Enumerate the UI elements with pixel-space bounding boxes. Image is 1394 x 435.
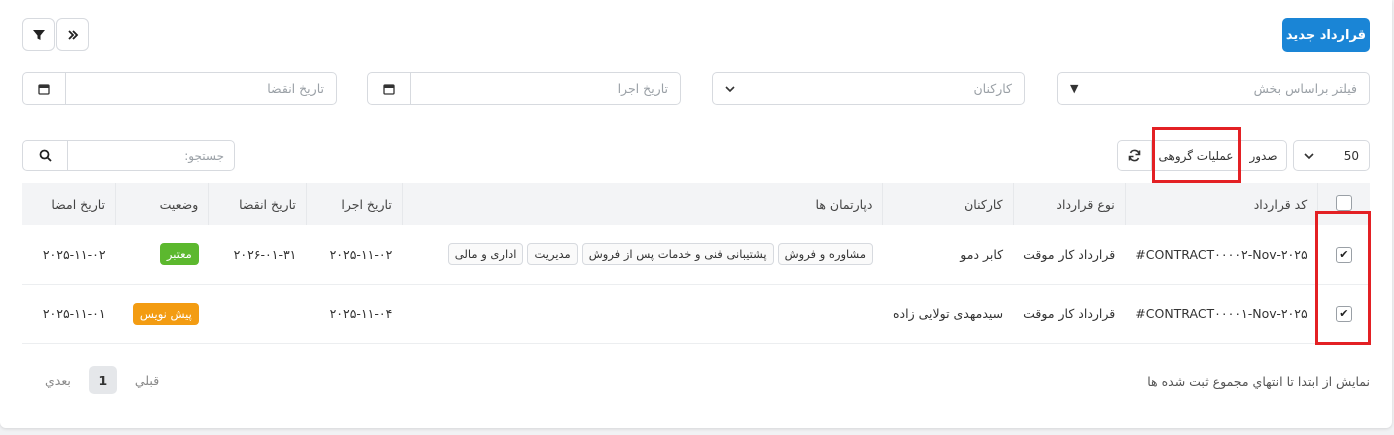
exec-date-field[interactable]: تاریخ اجرا (367, 72, 681, 105)
expiry-date (209, 284, 307, 343)
col-exec-date[interactable]: تاریخ اجرا (305, 183, 403, 225)
department-tag: اداری و مالی (447, 243, 524, 266)
table-row[interactable]: ✔ #CONTRACT۰۰۰۰۲-Nov-۲۰۲۵ قرارداد کار مو… (22, 225, 1370, 284)
department-filter-select[interactable]: فیلتر براساس بخش ▼ (1057, 72, 1370, 105)
expiry-date-field[interactable]: تاریخ انقضا (22, 72, 337, 105)
department-tag: مشاوره و فروش (777, 243, 873, 266)
expiry-date-placeholder: تاریخ انقضا (267, 81, 324, 96)
expiry-date: ۲۰۲۶-۰۱-۳۱ (233, 246, 297, 262)
next-page-button[interactable]: بعدي (45, 373, 71, 388)
contract-code[interactable]: #CONTRACT۰۰۰۰۱-Nov-۲۰۲۵ (1125, 284, 1317, 343)
department-tag: مدیریت (527, 243, 578, 266)
department-filter-placeholder: فیلتر براساس بخش (1253, 81, 1357, 96)
status-badge: معتبر (159, 243, 199, 266)
col-staff[interactable]: کارکنان (882, 183, 1014, 225)
search-button[interactable] (23, 141, 68, 170)
exec-date: ۲۰۲۵-۱۱-۰۲ (329, 246, 393, 262)
search-box[interactable]: جستجو: (22, 140, 235, 171)
table-info: نمایش از ابتدا تا انتهاي مجموع ثبت شده ه… (1147, 374, 1370, 389)
refresh-icon (1128, 149, 1141, 162)
col-sign-date[interactable]: تاریخ امضا (22, 183, 116, 225)
table-row[interactable]: ✔ #CONTRACT۰۰۰۰۱-Nov-۲۰۲۵ قرارداد کار مو… (22, 284, 1370, 343)
status-cell: معتبر (116, 225, 209, 284)
exec-date: ۲۰۲۵-۱۱-۰۴ (329, 306, 393, 321)
page-number[interactable]: 1 (88, 366, 117, 394)
col-status[interactable]: وضعیت (115, 183, 209, 225)
search-input[interactable]: جستجو: (68, 149, 234, 163)
filter-button[interactable] (22, 18, 55, 51)
contracts-table: کد قرارداد نوع قرارداد کارکنان دپارتمان … (22, 183, 1370, 344)
caret-down-icon: ▼ (1070, 82, 1079, 95)
prev-page-button[interactable]: قبلي (135, 373, 159, 388)
exec-date-placeholder: تاریخ اجرا (617, 81, 668, 96)
chevron-down-icon (725, 85, 735, 92)
departments-cell: مشاوره و فروشپشتیبانی فنی و خدمات پس از … (402, 225, 883, 284)
pagination: بعدي 1 قبلي (45, 366, 159, 394)
calendar-icon[interactable] (368, 73, 411, 104)
calendar-icon[interactable] (23, 73, 66, 104)
contracts-panel: قرارداد جدید فیلتر براساس بخش ▼ کارکنان … (0, 0, 1392, 428)
staff-name: کابر دمو (960, 246, 1004, 262)
departments-cell (402, 284, 883, 343)
chevron-down-icon (1304, 152, 1314, 159)
sign-date: ۲۰۲۵-۱۱-۰۱ (42, 306, 106, 321)
contract-type: قرارداد کار موقت (1023, 246, 1116, 262)
col-departments[interactable]: دپارتمان ها (401, 183, 883, 225)
filter-icon (32, 29, 45, 40)
col-expiry-date[interactable]: تاریخ انقضا (208, 183, 307, 225)
staff-filter-placeholder: کارکنان (973, 81, 1012, 96)
collapse-button[interactable] (56, 18, 89, 51)
select-all-checkbox[interactable] (1336, 194, 1353, 211)
col-contract-type[interactable]: نوع قرارداد (1012, 183, 1126, 225)
staff-filter-select[interactable]: کارکنان (712, 72, 1025, 105)
status-badge: پیش نویس (132, 302, 199, 325)
row-checkboxes-highlight (1315, 211, 1371, 345)
col-contract-code[interactable]: کد قرارداد (1124, 183, 1318, 225)
status-cell: پیش نویس (116, 284, 209, 343)
contract-type: قرارداد کار موقت (1023, 306, 1116, 321)
search-icon (39, 149, 52, 162)
page-size-select[interactable]: 50 (1293, 140, 1370, 171)
new-contract-button[interactable]: قرارداد جدید (1282, 18, 1370, 52)
bulk-actions-highlight (1152, 127, 1241, 183)
page-size-value: 50 (1343, 148, 1359, 163)
export-button[interactable]: صدور (1240, 141, 1286, 170)
department-tag: پشتیبانی فنی و خدمات پس از فروش (581, 243, 774, 266)
sign-date: ۲۰۲۵-۱۱-۰۲ (42, 246, 106, 262)
reload-button[interactable] (1118, 141, 1152, 170)
table-header-row: کد قرارداد نوع قرارداد کارکنان دپارتمان … (22, 183, 1370, 225)
double-chevron-icon (67, 29, 78, 40)
staff-name: سیدمهدی تولایی زاده (892, 306, 1004, 321)
contract-code[interactable]: #CONTRACT۰۰۰۰۲-Nov-۲۰۲۵ (1125, 225, 1317, 284)
